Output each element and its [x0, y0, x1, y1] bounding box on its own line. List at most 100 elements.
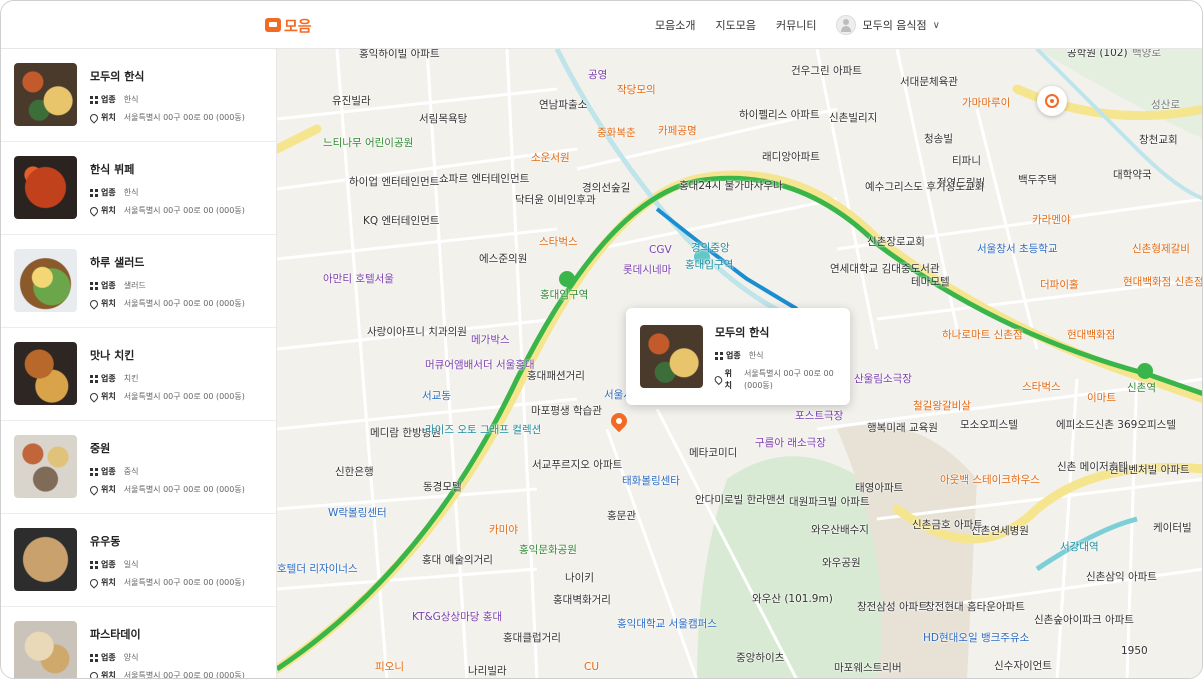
map-label: 대학약국: [1113, 169, 1152, 181]
popup-name: 모두의 한식: [715, 326, 770, 339]
popup-location-row: 위치 서울특별시 00구 00로 00 (000동): [713, 368, 843, 392]
list-item[interactable]: 모두의 한식 업종 한식 위치 서울특별시 00구 00로 00 (000동): [1, 49, 276, 142]
map-label: 창천교회: [1139, 134, 1178, 146]
location-pin-icon: [88, 669, 100, 678]
map-label: 마포평생 학습관: [531, 405, 602, 417]
top-nav: 모음소개 지도모음 커뮤니티 모두의 음식점 ∨: [655, 13, 940, 37]
restaurant-thumbnail: [14, 621, 77, 678]
list-item[interactable]: 하루 샐러드 업종 샐러드 위치 서울특별시 00구 00로 00 (000동): [1, 235, 276, 328]
map-label: 홍대클럽거리: [503, 632, 561, 644]
location-pin-icon: [713, 374, 724, 386]
logo-icon: [265, 18, 281, 32]
logo-text: 모음: [284, 16, 312, 35]
user-menu[interactable]: 모두의 음식점 ∨: [836, 15, 940, 35]
map-label: 성산로: [1151, 99, 1180, 111]
map-label: 홍대24시 불가마사우나: [679, 180, 783, 192]
map-label: 사랑이아프니 치과의원: [367, 326, 467, 338]
map-label: 서강대역: [1060, 541, 1099, 553]
logo[interactable]: 모음: [265, 15, 312, 35]
map-label: 창전현대 홈타운아파트: [925, 601, 1025, 613]
map-label: 마포웨스트리버: [834, 662, 902, 674]
restaurant-name: 한식 뷔페: [90, 163, 135, 176]
user-name: 모두의 음식점: [862, 19, 927, 32]
list-item[interactable]: 유우동 업종 일식 위치 서울특별시 00구 00로 00 (000동): [1, 514, 276, 607]
restaurant-thumbnail: [14, 342, 77, 405]
map-label: 현대백화점 신촌점: [1123, 276, 1203, 288]
restaurant-thumbnail: [14, 63, 77, 126]
map-label: 피오니: [375, 661, 404, 673]
map-label: 태영아파트: [855, 482, 904, 494]
map-canvas[interactable]: 홍익하이빌 아파트 유진빌라 서림목욕탕 연남파출소 공영 작당모의 중화복춘 …: [277, 49, 1203, 678]
chevron-down-icon: ∨: [932, 19, 940, 31]
map-label: 모소오피스텔: [960, 419, 1018, 431]
map-label: 카페공명: [658, 125, 697, 137]
map-label: 유진빌라: [332, 95, 371, 107]
map-label: 래디앙아파트: [762, 151, 820, 163]
restaurant-thumbnail: [14, 435, 77, 498]
map-label: 철길왕갈비살: [913, 400, 971, 412]
nav-item-community[interactable]: 커뮤니티: [776, 17, 816, 33]
map-label: 테마모텔: [911, 276, 950, 288]
map-label: 홍대패션거리: [527, 370, 585, 382]
location-row: 위치 서울특별시 00구 00로 00 (000동): [88, 483, 245, 496]
restaurant-popup[interactable]: 모두의 한식 업종 한식 위치 서울특별시 00구 00로 00 (000동): [626, 308, 850, 405]
category-icon: [90, 374, 98, 383]
location-pin-icon: [88, 390, 100, 403]
restaurant-name: 하루 샐러드: [90, 256, 145, 269]
nav-item-map[interactable]: 지도모음: [715, 17, 755, 33]
map-label: 신촌장로교회: [867, 236, 925, 248]
map-label: CGV: [649, 244, 672, 256]
station-marker[interactable]: [1137, 363, 1153, 379]
map-label: 현대백화점: [1067, 329, 1116, 341]
current-location-button[interactable]: [1037, 86, 1067, 116]
map-label: 서울창서 초등학교: [977, 243, 1058, 255]
map-label: 호텔더 리자이너스: [277, 563, 358, 575]
map-label: 백두주택: [1018, 174, 1057, 186]
map-label: 카라멘야: [1032, 214, 1071, 226]
list-item[interactable]: 중원 업종 중식 위치 서울특별시 00구 00로 00 (000동): [1, 421, 276, 514]
popup-thumbnail: [640, 325, 703, 388]
map-label: 1950: [1121, 645, 1148, 657]
location-row: 위치 서울특별시 00구 00로 00 (000동): [88, 204, 245, 217]
category-row: 업종 치킨: [90, 373, 138, 384]
list-item[interactable]: 맛나 치킨 업종 치킨 위치 서울특별시 00구 00로 00 (000동): [1, 328, 276, 421]
category-row: 업종 샐러드: [90, 280, 146, 291]
restaurant-list: 모두의 한식 업종 한식 위치 서울특별시 00구 00로 00 (000동) 한식…: [1, 49, 277, 678]
restaurant-thumbnail: [14, 528, 77, 591]
map-label: 에피소드신촌 369오피스텔: [1056, 419, 1176, 431]
map-label: 신촌금호 아파트: [912, 519, 983, 531]
restaurant-name: 맛나 치킨: [90, 349, 135, 362]
map-label: 하이업 엔터테인먼트: [349, 176, 440, 188]
map-label: 머큐어앰배서더 서울홍대: [425, 359, 535, 371]
category-row: 업종 중식: [90, 466, 138, 477]
map-label: 더파이홀: [1040, 279, 1079, 291]
list-item[interactable]: 한식 뷔페 업종 한식 위치 서울특별시 00구 00로 00 (000동): [1, 142, 276, 235]
map-label: 홍대벽화거리: [553, 594, 611, 606]
restaurant-name: 모두의 한식: [90, 70, 145, 83]
map-label: 카미야: [489, 524, 518, 536]
category-icon: [90, 653, 98, 662]
map-label: 신촌숲아이파크 아파트: [1034, 614, 1134, 626]
map-label: 가마마루이: [962, 97, 1011, 109]
map-label: CU: [584, 661, 600, 673]
map-label: 신촌형제갈비: [1132, 243, 1190, 255]
map-label: 공학원 (102): [1067, 49, 1128, 59]
avatar: [836, 15, 857, 35]
map-label: 아만티 호텔서울: [323, 273, 394, 285]
category-row: 업종 일식: [90, 559, 138, 570]
map-label: 와우산 (101.9m): [752, 593, 833, 605]
map-label: 홍익문화공원: [519, 544, 577, 556]
map-label: 작당모의: [617, 84, 656, 96]
map-label: 중앙하이츠: [736, 652, 785, 664]
station-marker[interactable]: [559, 271, 575, 287]
map-label: 동경모텔: [423, 481, 462, 493]
list-item[interactable]: 파스타데이 업종 양식 위치 서울특별시 00구 00로 00 (000동): [1, 607, 276, 678]
map-label: 홍대입구역: [685, 259, 734, 271]
map-label: 홍대입구역: [540, 289, 589, 301]
location-row: 위치 서울특별시 00구 00로 00 (000동): [88, 576, 245, 589]
map-label: 홍문관: [607, 510, 636, 522]
nav-item-about[interactable]: 모음소개: [655, 17, 695, 33]
map-label: 서대문체육관: [900, 76, 958, 88]
map-label: KT&G상상마당 홍대: [412, 611, 503, 623]
popup-category-row: 업종 한식: [715, 350, 763, 361]
